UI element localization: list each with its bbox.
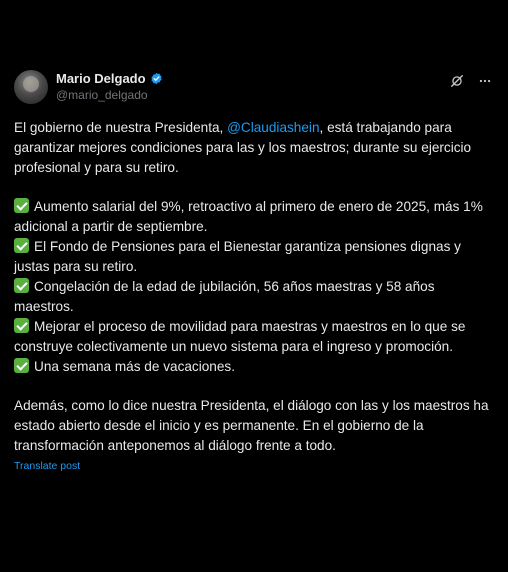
list-item: Congelación de la edad de jubilación, 56…: [14, 277, 496, 317]
list-item: Aumento salarial del 9%, retroactivo al …: [14, 197, 496, 237]
author-handle[interactable]: @mario_delgado: [56, 88, 163, 102]
post: Mario Delgado @mario_delgado El gobierno…: [0, 0, 508, 572]
list-item: El Fondo de Pensiones para el Bienestar …: [14, 237, 496, 277]
check-mark-icon: [14, 198, 29, 213]
post-intro: El gobierno de nuestra Presidenta, @Clau…: [14, 118, 496, 178]
post-closing: Además, como lo dice nuestra Presidenta,…: [14, 398, 489, 453]
avatar[interactable]: [14, 70, 48, 104]
list-item-text: Congelación de la edad de jubilación, 56…: [14, 279, 435, 314]
intro-text: El gobierno de nuestra Presidenta,: [14, 120, 228, 135]
check-mark-icon: [14, 238, 29, 253]
list-item-text: El Fondo de Pensiones para el Bienestar …: [14, 239, 461, 274]
list-item-text: Una semana más de vacaciones.: [34, 359, 235, 374]
verified-badge-icon: [150, 72, 162, 85]
check-mark-icon: [14, 278, 29, 293]
mention-link[interactable]: @Claudiashein: [227, 120, 319, 135]
grok-icon[interactable]: [450, 74, 464, 88]
more-options-icon[interactable]: [478, 74, 492, 88]
list-item: Mejorar el proceso de movilidad para mae…: [14, 317, 496, 357]
author-name[interactable]: Mario Delgado: [56, 71, 146, 86]
author-info: Mario Delgado @mario_delgado: [56, 68, 163, 102]
check-mark-icon: [14, 358, 29, 373]
list-item-text: Aumento salarial del 9%, retroactivo al …: [14, 199, 483, 234]
list-item-text: Mejorar el proceso de movilidad para mae…: [14, 319, 466, 354]
post-actions: [450, 74, 492, 88]
translate-post-link[interactable]: Translate post: [14, 460, 80, 472]
check-mark-icon: [14, 318, 29, 333]
post-header: Mario Delgado @mario_delgado: [14, 68, 494, 110]
list-item: Una semana más de vacaciones.: [14, 357, 496, 377]
post-text: El gobierno de nuestra Presidenta, @Clau…: [14, 118, 496, 456]
name-row: Mario Delgado: [56, 71, 163, 86]
